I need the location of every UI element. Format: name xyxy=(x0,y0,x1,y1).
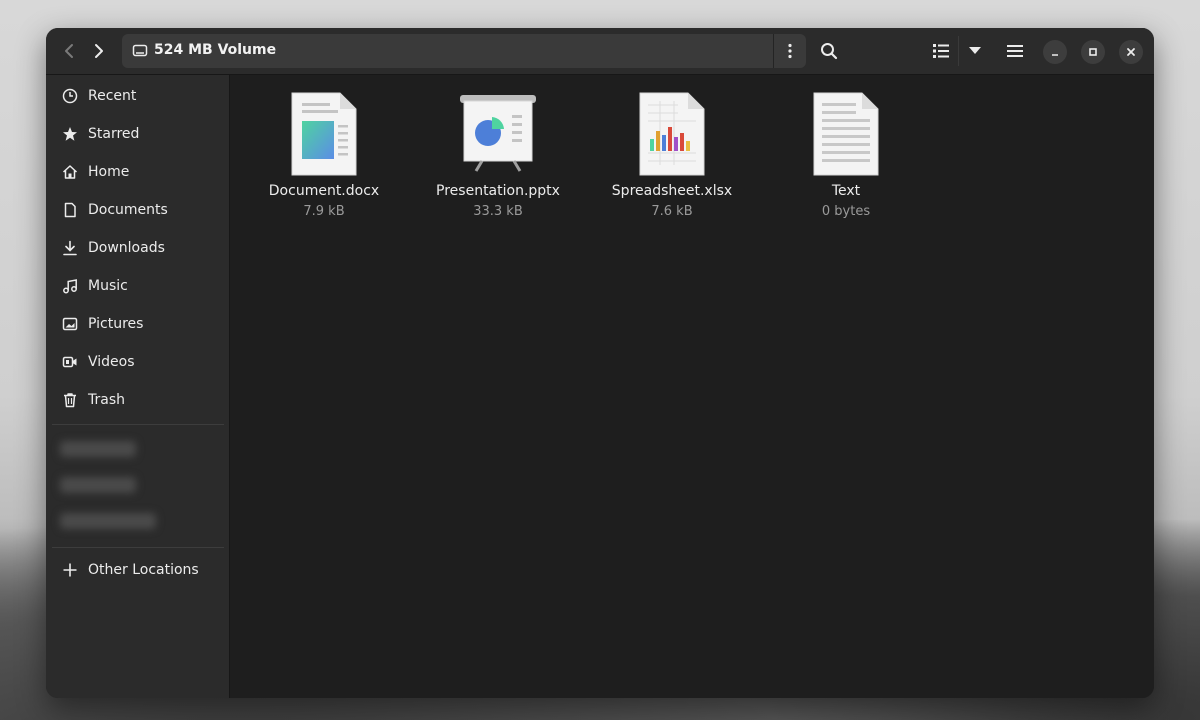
back-arrow-icon xyxy=(65,44,73,58)
sidebar-item-pictures[interactable]: Pictures xyxy=(54,307,222,341)
download-icon xyxy=(62,240,78,256)
hamburger-menu-icon xyxy=(1007,45,1023,57)
file-view: Document.docx 7.9 kB Presentation.pptx 3… xyxy=(230,75,1154,698)
drive-icon xyxy=(132,44,148,57)
sidebar-item-label: Recent xyxy=(88,88,137,104)
sidebar-item-label: Starred xyxy=(88,126,140,142)
sidebar: Recent Starred Home Documents Downloads xyxy=(46,75,230,698)
file-size: 7.6 kB xyxy=(651,204,693,219)
sidebar-item-starred[interactable]: Starred xyxy=(54,117,222,151)
close-button[interactable] xyxy=(1119,40,1143,64)
file-name: Document.docx xyxy=(268,183,380,199)
sidebar-item-documents[interactable]: Documents xyxy=(54,193,222,227)
back-button[interactable] xyxy=(54,36,84,66)
file-name: Text xyxy=(831,183,861,199)
file-item[interactable]: Text 0 bytes xyxy=(776,91,916,231)
sidebar-item-label: Home xyxy=(88,164,130,180)
text-file-icon xyxy=(813,92,879,176)
file-name: Spreadsheet.xlsx xyxy=(611,183,733,199)
sidebar-item-trash[interactable]: Trash xyxy=(54,383,222,417)
star-icon xyxy=(62,126,78,142)
file-size: 7.9 kB xyxy=(303,204,345,219)
sidebar-item-downloads[interactable]: Downloads xyxy=(54,231,222,265)
path-label[interactable]: 524 MB Volume xyxy=(154,42,276,58)
dropdown-arrow-icon xyxy=(969,47,981,54)
sidebar-item-recent[interactable]: Recent xyxy=(54,79,222,113)
picture-icon xyxy=(62,316,78,332)
view-options-dropdown[interactable] xyxy=(960,36,990,66)
list-view-button[interactable] xyxy=(926,36,956,66)
blurred-bookmark[interactable] xyxy=(60,513,156,529)
sidebar-divider xyxy=(52,547,224,548)
word-document-icon xyxy=(291,92,357,176)
plus-icon xyxy=(62,562,78,578)
sidebar-item-videos[interactable]: Videos xyxy=(54,345,222,379)
forward-arrow-icon xyxy=(95,44,103,58)
close-icon xyxy=(1127,48,1135,56)
sidebar-item-label: Downloads xyxy=(88,240,165,256)
sidebar-item-label: Other Locations xyxy=(88,562,199,578)
blurred-bookmark[interactable] xyxy=(60,441,136,457)
trash-icon xyxy=(62,392,78,408)
view-divider xyxy=(958,36,959,66)
sidebar-item-music[interactable]: Music xyxy=(54,269,222,303)
maximize-icon xyxy=(1089,48,1097,56)
file-size: 0 bytes xyxy=(821,204,871,219)
file-item[interactable]: Presentation.pptx 33.3 kB xyxy=(428,91,568,231)
header-bar: 524 MB Volume xyxy=(46,28,1154,75)
sidebar-item-label: Trash xyxy=(88,392,125,408)
music-icon xyxy=(62,278,78,294)
sidebar-divider xyxy=(52,424,224,425)
sidebar-item-label: Videos xyxy=(88,354,135,370)
sidebar-item-label: Pictures xyxy=(88,316,144,332)
search-button[interactable] xyxy=(814,36,844,66)
sidebar-item-label: Documents xyxy=(88,202,168,218)
file-manager-window: 524 MB Volume Recent Starred Home Docume… xyxy=(46,28,1154,698)
presentation-icon xyxy=(460,95,536,172)
clock-icon xyxy=(62,88,78,104)
sidebar-item-label: Music xyxy=(88,278,128,294)
home-icon xyxy=(62,164,78,180)
kebab-menu-icon xyxy=(788,43,792,59)
path-bar[interactable]: 524 MB Volume xyxy=(122,34,806,68)
main-menu-button[interactable] xyxy=(1000,36,1030,66)
file-item[interactable]: Document.docx 7.9 kB xyxy=(254,91,394,231)
spreadsheet-icon xyxy=(639,92,705,176)
list-view-icon xyxy=(933,44,949,58)
forward-button[interactable] xyxy=(84,36,114,66)
file-item[interactable]: Spreadsheet.xlsx 7.6 kB xyxy=(602,91,742,231)
blurred-bookmark[interactable] xyxy=(60,477,136,493)
sidebar-item-other-locations[interactable]: Other Locations xyxy=(54,553,222,587)
document-icon xyxy=(62,202,78,218)
minimize-icon xyxy=(1052,54,1058,56)
path-menu-button[interactable] xyxy=(774,34,806,68)
video-icon xyxy=(62,354,78,370)
file-name: Presentation.pptx xyxy=(436,183,560,199)
minimize-button[interactable] xyxy=(1043,40,1067,64)
search-icon xyxy=(821,43,838,60)
maximize-button[interactable] xyxy=(1081,40,1105,64)
sidebar-item-home[interactable]: Home xyxy=(54,155,222,189)
file-size: 33.3 kB xyxy=(473,204,523,219)
